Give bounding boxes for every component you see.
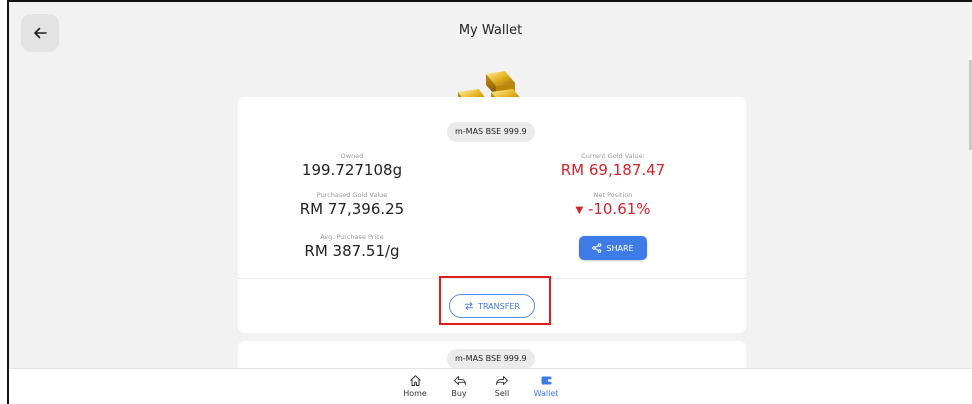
owned-value: 199.727108g xyxy=(301,161,403,179)
nav-sell-label: Sell xyxy=(494,389,510,398)
owned-label: Owned xyxy=(340,152,364,160)
share-icon xyxy=(592,243,602,253)
current-value: RM 69,187.47 xyxy=(560,161,666,179)
net-position-value: -10.61% xyxy=(587,200,651,218)
bottom-nav: Home Buy Sell Wallet xyxy=(9,368,972,404)
header: My Wallet xyxy=(9,2,972,60)
purchased-value: RM 77,396.25 xyxy=(299,200,405,218)
nav-wallet[interactable]: Wallet xyxy=(526,373,566,398)
nav-home-label: Home xyxy=(403,389,427,398)
nav-buy[interactable]: Buy xyxy=(439,373,479,398)
buy-arrow-icon xyxy=(453,375,466,385)
current-value-label: Current Gold Value: xyxy=(581,152,645,160)
nav-home[interactable]: Home xyxy=(395,373,435,398)
share-label: SHARE xyxy=(606,243,634,253)
nav-sell[interactable]: Sell xyxy=(482,373,522,398)
purchased-value-label: Purchased Gold Value xyxy=(316,191,388,199)
net-position: ▼ -10.61% xyxy=(543,200,683,218)
sell-arrow-icon xyxy=(495,375,508,385)
nav-wallet-label: Wallet xyxy=(533,389,559,398)
page-title: My Wallet xyxy=(458,23,523,38)
avg-price-label: Avg. Purchase Price xyxy=(320,233,384,241)
home-icon xyxy=(409,374,421,386)
wallet-icon xyxy=(541,376,551,384)
nav-buy-label: Buy xyxy=(451,389,467,398)
product-chip-2: m-MAS BSE 999.9 xyxy=(447,349,535,369)
avg-price-value: RM 387.51/g xyxy=(304,242,400,260)
product-chip: m-MAS BSE 999.9 xyxy=(447,122,535,142)
transfer-highlight-box xyxy=(439,276,551,325)
share-button[interactable]: SHARE xyxy=(579,236,647,260)
app-window: My Wallet m-MAS BSE 999.9 Owned 199.7271… xyxy=(7,0,972,404)
net-position-label: Net Position xyxy=(593,191,633,199)
triangle-down-icon: ▼ xyxy=(575,205,584,216)
